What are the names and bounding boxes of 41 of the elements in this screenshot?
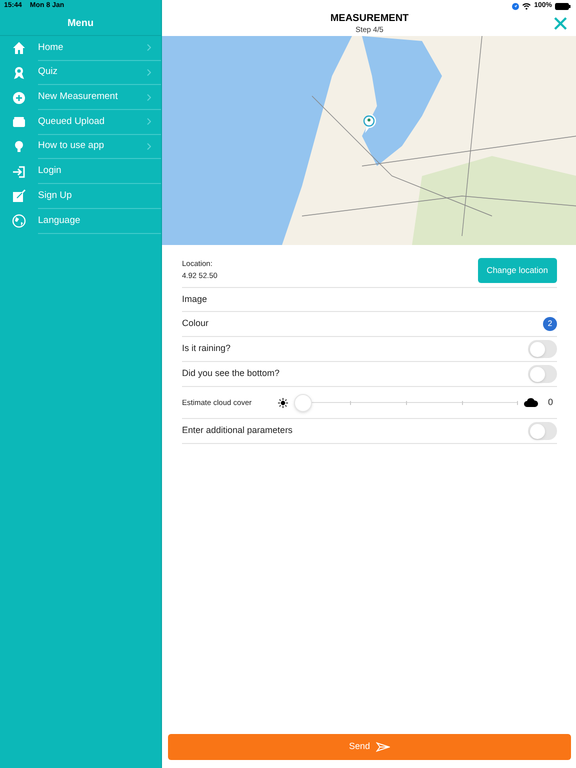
login-icon bbox=[12, 164, 26, 179]
globe-icon bbox=[12, 214, 26, 228]
toggle-switch[interactable] bbox=[528, 340, 557, 358]
location-icon bbox=[512, 2, 520, 10]
count-badge: 2 bbox=[543, 317, 557, 331]
plus-icon bbox=[12, 90, 26, 105]
row-label: Enter additional parameters bbox=[182, 424, 293, 438]
toggle-switch[interactable] bbox=[528, 365, 557, 383]
menu-item[interactable]: Language bbox=[38, 208, 161, 234]
row-label[interactable]: Colour bbox=[182, 317, 209, 331]
menu-item[interactable]: Queued Upload bbox=[38, 110, 161, 135]
menu-item[interactable]: Home bbox=[38, 36, 161, 61]
battery-icon bbox=[555, 2, 571, 10]
send-icon bbox=[376, 742, 390, 752]
wifi-icon bbox=[522, 2, 532, 10]
menu-item[interactable]: Login bbox=[38, 159, 161, 184]
close-icon[interactable] bbox=[554, 17, 567, 30]
edit-icon bbox=[12, 189, 26, 204]
row-label[interactable]: Image bbox=[182, 292, 208, 306]
award-icon bbox=[12, 66, 26, 80]
sun-icon bbox=[278, 398, 288, 408]
row-label: Is it raining? bbox=[182, 342, 231, 356]
menu-item[interactable]: Sign Up bbox=[38, 184, 161, 209]
screen-title: MEASUREMENT bbox=[330, 13, 409, 25]
menu-item[interactable]: New Measurement bbox=[38, 85, 161, 110]
row-label: Did you see the bottom? bbox=[182, 367, 280, 380]
home-icon bbox=[12, 41, 26, 56]
lightbulb-icon bbox=[12, 140, 26, 154]
tray-icon bbox=[12, 115, 26, 130]
send-button[interactable]: Send bbox=[168, 734, 571, 760]
toggle-switch[interactable] bbox=[528, 422, 557, 440]
change-location-button[interactable]: Change location bbox=[478, 258, 557, 282]
menu-title: Menu bbox=[67, 17, 94, 31]
slider-track[interactable] bbox=[294, 394, 518, 412]
map-placeholder[interactable] bbox=[162, 36, 576, 245]
slider-thumb[interactable] bbox=[294, 394, 312, 412]
cloud-icon bbox=[524, 398, 538, 407]
menu-item[interactable]: How to use app bbox=[38, 134, 161, 160]
menu-item[interactable]: Quiz bbox=[38, 60, 161, 86]
map-pin-icon bbox=[363, 114, 376, 133]
slider-value: 0 bbox=[548, 396, 553, 409]
